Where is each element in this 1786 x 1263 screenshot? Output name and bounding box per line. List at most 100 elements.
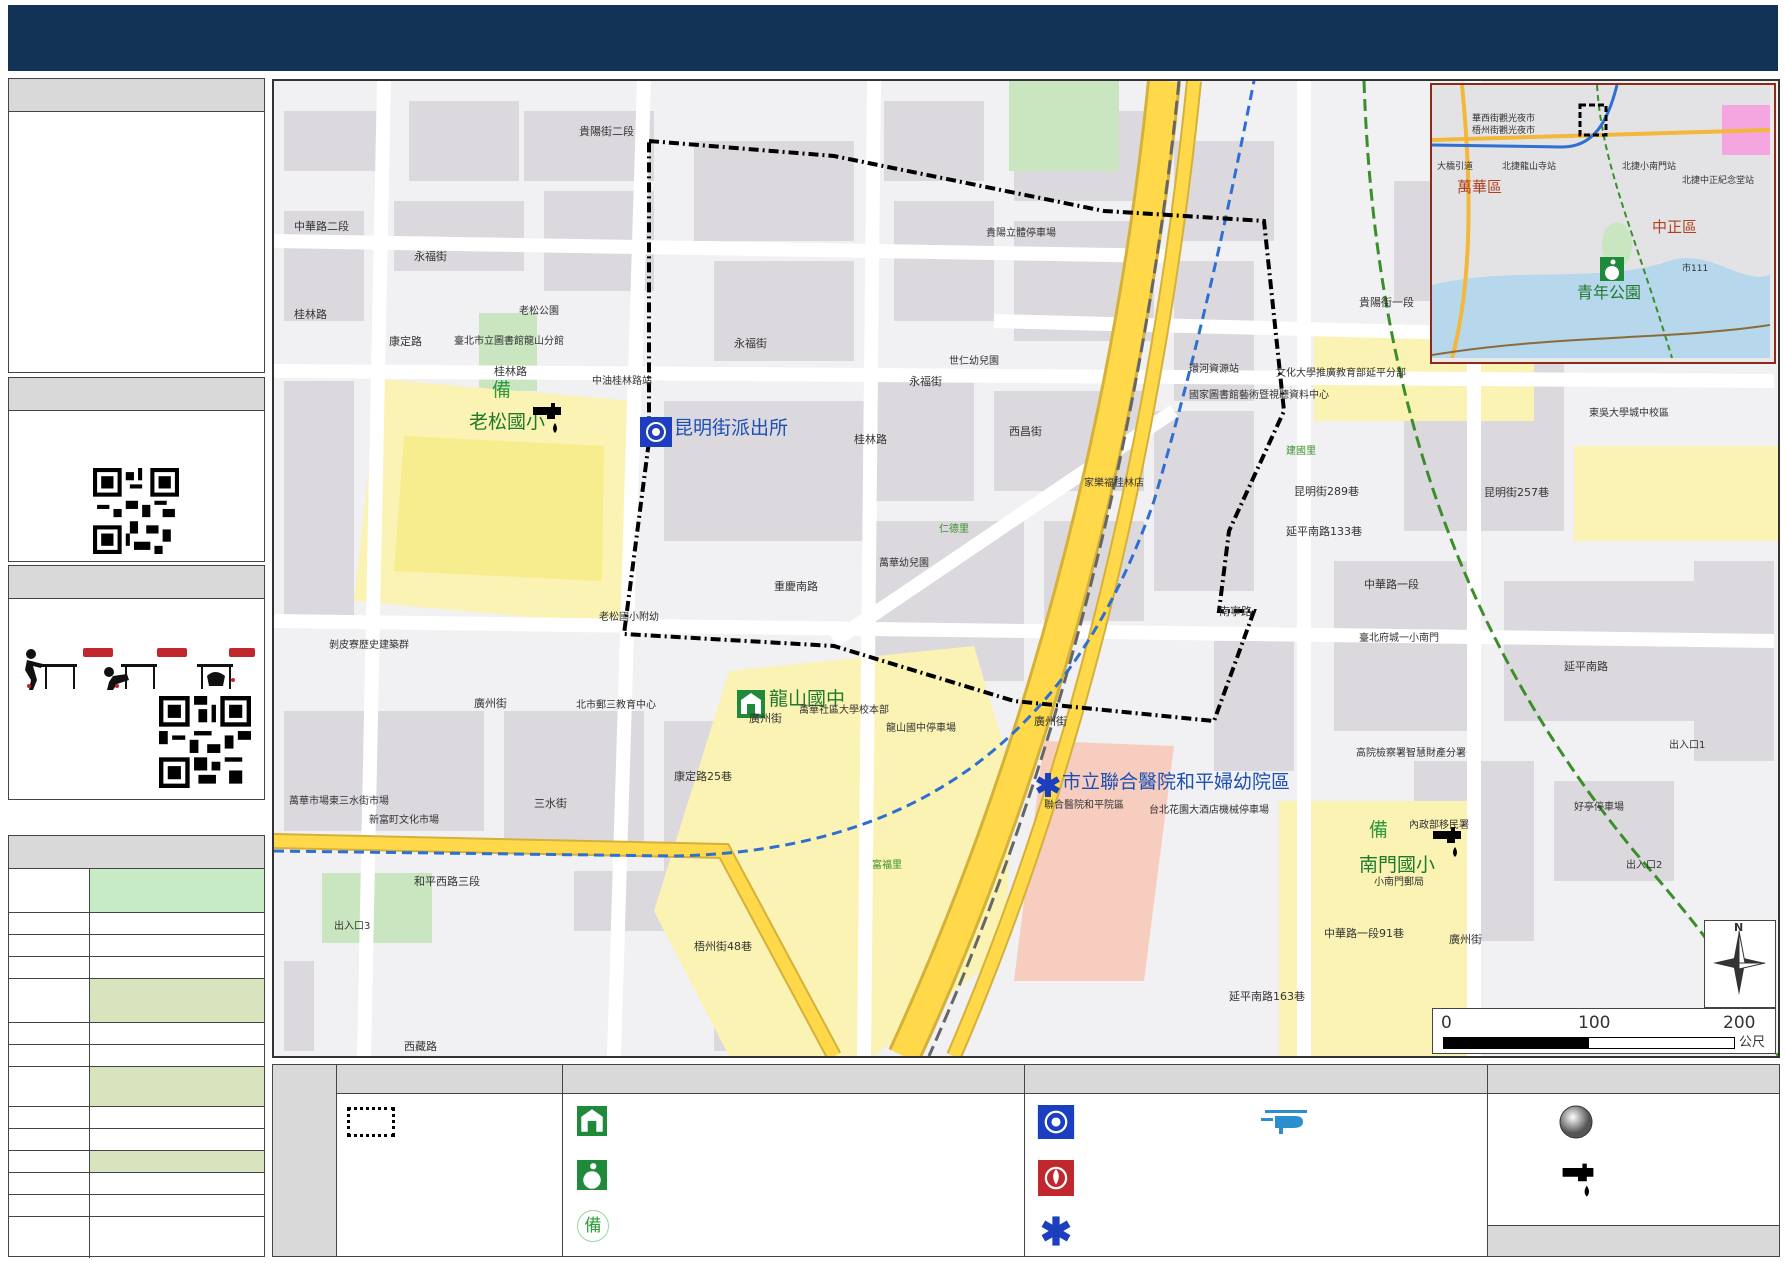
poi-label: 貴陽立體停車場: [986, 228, 1056, 239]
table-row: [9, 1044, 264, 1066]
qr-panel: [8, 377, 265, 562]
inset-locator-map: 萬華區 中正區 青年公園 華西街觀光夜市 梧州街觀光夜市 大橋引道 北捷龍山寺站…: [1430, 83, 1776, 364]
street-label: 和平西路三段: [414, 875, 480, 888]
inset-label: 大橋引道: [1437, 162, 1474, 172]
police-icon: [640, 417, 672, 447]
street-label: 三水街: [534, 797, 567, 810]
school-label-nanmen: 南門國小: [1359, 854, 1436, 876]
street-label: 西昌街: [1009, 425, 1042, 438]
street-label: 重慶南路: [774, 580, 818, 593]
poi-label: 萬華市場東三水街市場: [289, 796, 389, 807]
poi-label: 中油桂林路站: [592, 376, 652, 387]
medical-icon: [1036, 773, 1060, 797]
poi-label: 出入口2: [1626, 860, 1663, 871]
inset-label: 華西街觀光夜市: [1472, 114, 1536, 124]
street-label: 延平南路133巷: [1286, 525, 1362, 538]
poi-label: 高院檢察署智慧財產分署: [1356, 748, 1466, 759]
street-label: 廣州街: [1034, 715, 1067, 728]
street-label: 永福街: [909, 375, 942, 388]
inset-label: 北捷龍山寺站: [1502, 162, 1557, 172]
poi-label: 世仁幼兒園: [949, 356, 999, 367]
poi-label: 環河資源站: [1189, 364, 1239, 375]
earthquake-panel-header: [9, 566, 264, 599]
poi-label: 龍山國中停車場: [886, 723, 956, 734]
street-label: 桂林路: [494, 365, 527, 378]
street-label: 延平南路163巷: [1229, 990, 1305, 1003]
table-row: [9, 1194, 264, 1216]
poi-label: 建國里: [1286, 446, 1316, 457]
street-label: 桂林路: [294, 308, 327, 321]
info-panel-1-header: [9, 79, 264, 112]
poi-label: 臺北府城一小南門: [1359, 633, 1439, 644]
street-label: 廣州街: [749, 712, 782, 725]
reserve-icon: 備: [577, 1210, 609, 1242]
legend-col-agencies: [1025, 1065, 1488, 1256]
legend-title-col: [273, 1065, 337, 1256]
street-label: 廣州街: [474, 697, 507, 710]
poi-label: 出入口1: [1669, 740, 1706, 751]
table-row: [9, 912, 264, 934]
poi-label: 國家圖書館藝術暨視聽資料中心: [1189, 390, 1329, 401]
qr-code-1[interactable]: [93, 468, 179, 554]
map-legend: 備: [272, 1064, 1780, 1257]
street-label: 南寧路: [1219, 605, 1252, 618]
table-row: [9, 1128, 264, 1150]
poi-label: 富福里: [872, 860, 902, 871]
scale-bar-graphic: [1443, 1037, 1735, 1049]
compass-north-label: N: [1734, 921, 1744, 934]
fire-icon: [1038, 1160, 1074, 1196]
legend-col-water: [1488, 1065, 1779, 1256]
table-row: [9, 1216, 264, 1258]
map-view[interactable]: 老松國小 備 昆明街派出所 龍山國中 市立聯合醫院和平婦幼院區 南門國小 備 貴…: [272, 79, 1780, 1058]
reserve-label-2: 備: [1369, 819, 1389, 841]
park-area-north: [1009, 81, 1119, 171]
poi-label: 內政部移民署: [1409, 820, 1469, 831]
scale-bar: 0 100 200 公尺: [1432, 1008, 1776, 1054]
street-label: 中華路二段: [294, 220, 349, 233]
poi-label: 萬華社區大學校本部: [799, 705, 889, 716]
drop-cover-hold-icon: [25, 648, 255, 690]
inset-label: 北捷中正紀念堂站: [1682, 176, 1755, 186]
qr-code-2[interactable]: [159, 696, 251, 788]
inset-park-label: 青年公園: [1577, 283, 1642, 302]
table-row: [9, 1106, 264, 1128]
table-row: [9, 1022, 264, 1044]
helicopter-icon: [1261, 1110, 1307, 1134]
title-banner: [8, 5, 1778, 71]
table-row: [9, 1172, 264, 1194]
poi-label: 文化大學推廣教育部延平分部: [1276, 368, 1406, 379]
poi-label: 新富町文化市場: [369, 815, 439, 826]
info-panel-1: [8, 78, 265, 373]
contact-table: [8, 835, 265, 1258]
qr-panel-header: [9, 378, 264, 411]
poi-label: 仁德里: [939, 524, 969, 535]
inset-label: 市111: [1682, 264, 1709, 274]
street-label: 康定路: [389, 335, 422, 348]
faucet-icon: [533, 403, 561, 433]
poi-label: 台北花園大酒店機械停車場: [1149, 805, 1269, 816]
street-label: 貴陽街一段: [1359, 296, 1414, 309]
poi-label: 老松國小附幼: [599, 612, 659, 623]
street-label: 貴陽街二段: [579, 125, 634, 138]
scale-unit: 公尺: [1739, 1035, 1766, 1050]
contact-table-header: [9, 836, 264, 868]
poi-label: 萬華幼兒園: [879, 558, 929, 569]
north-arrow: N: [1704, 920, 1776, 1008]
inset-district-label: 萬華區: [1457, 178, 1503, 196]
street-label: 永福街: [414, 250, 447, 263]
street-label: 桂林路: [854, 433, 887, 446]
table-row: [9, 956, 264, 978]
police-label: 昆明街派出所: [674, 417, 789, 439]
earthquake-panel: [8, 565, 265, 800]
street-label: 延平南路: [1564, 660, 1608, 673]
poi-label: 北市郵三教育中心: [576, 700, 656, 711]
inset-label: 梧州街觀光夜市: [1472, 126, 1536, 136]
street-label: 中華路一段91巷: [1324, 927, 1404, 940]
hospital-label: 市立聯合醫院和平婦幼院區: [1062, 771, 1291, 793]
scale-tick-200: 200: [1723, 1013, 1756, 1033]
poi-label: 小南門郵局: [1374, 877, 1424, 888]
table-row: [9, 978, 264, 1022]
street-label: 梧州街48巷: [694, 940, 752, 953]
boundary-legend-icon: [347, 1107, 395, 1137]
poi-label: 聯合醫院和平院區: [1044, 800, 1124, 811]
